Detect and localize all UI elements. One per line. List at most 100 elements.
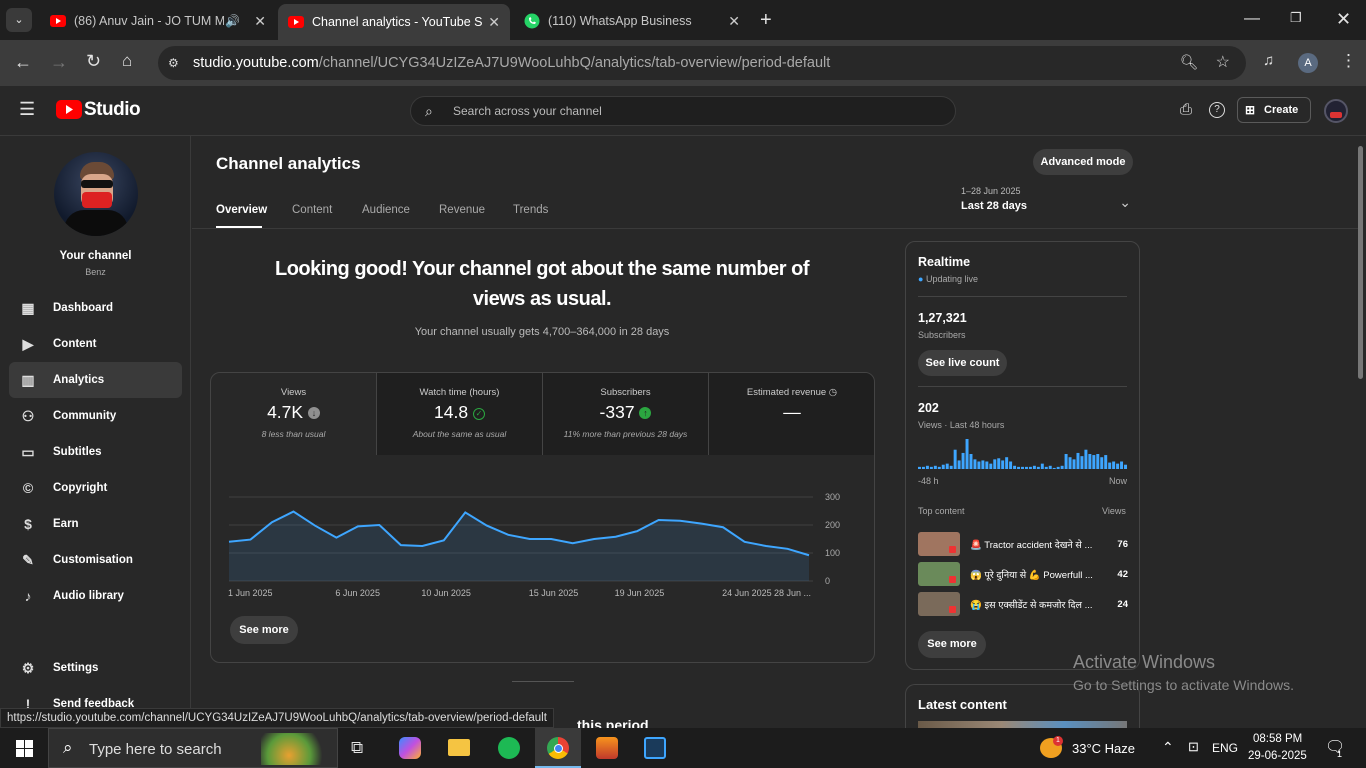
realtime-bar[interactable]: [1028, 466, 1032, 469]
see-more-button[interactable]: See more: [230, 616, 298, 644]
bookmark-star-icon[interactable]: ☆: [1216, 46, 1230, 80]
tab-trends[interactable]: Trends: [513, 204, 548, 216]
site-info-icon[interactable]: ⚙: [168, 46, 179, 80]
network-icon[interactable]: ⊡: [1188, 739, 1199, 755]
realtime-bar[interactable]: [1064, 454, 1068, 469]
metric-subscribers[interactable]: Subscribers -337 ↑ 11% more than previou…: [543, 373, 709, 455]
reload-icon[interactable]: ↻: [86, 51, 101, 72]
realtime-bar[interactable]: [1036, 466, 1040, 469]
top-content-item[interactable]: 🚨 Tractor accident देखने से ... 76: [918, 532, 1128, 556]
tab-whatsapp[interactable]: (110) WhatsApp Business ✕: [514, 6, 750, 36]
forward-icon[interactable]: →: [50, 52, 68, 73]
realtime-bar[interactable]: [981, 460, 985, 469]
close-window-icon[interactable]: ✕: [1336, 9, 1351, 30]
address-bar[interactable]: ⚙ studio.youtube.com/channel/UCYG34UzIZe…: [158, 46, 1246, 80]
tab-revenue[interactable]: Revenue: [439, 204, 485, 216]
see-live-count-button[interactable]: See live count: [918, 350, 1007, 376]
realtime-bar[interactable]: [1120, 461, 1124, 470]
views-chart[interactable]: 300 200 100 0 1 Jun 2025 6 Jun 2025 10 Jun 202…: [211, 455, 875, 605]
copilot-icon[interactable]: [399, 737, 421, 759]
tray-chevron-icon[interactable]: ⌃: [1162, 739, 1174, 756]
help-icon[interactable]: ?: [1209, 102, 1225, 118]
sidebar-item-settings[interactable]: ⚙ Settings: [9, 650, 182, 686]
realtime-bar[interactable]: [989, 463, 993, 469]
realtime-bar[interactable]: [941, 464, 945, 469]
tab-studio[interactable]: Channel analytics - YouTube Studio ✕: [278, 4, 510, 40]
realtime-bar[interactable]: [1108, 462, 1112, 469]
realtime-bar[interactable]: [1104, 455, 1108, 469]
tab-close-icon[interactable]: ✕: [728, 13, 740, 30]
realtime-bar[interactable]: [929, 466, 933, 469]
hamburger-menu-icon[interactable]: ☰: [19, 99, 35, 120]
tab-music[interactable]: (86) Anuv Jain - JO TUM ME 🔊 ✕: [40, 6, 276, 36]
minimize-icon[interactable]: —: [1244, 10, 1260, 28]
sidebar-item-earn[interactable]: $ Earn: [9, 506, 182, 542]
chrome-icon[interactable]: [547, 737, 569, 759]
advanced-mode-button[interactable]: Advanced mode: [1033, 149, 1133, 175]
subtitles-upload-icon[interactable]: ⎙: [1180, 101, 1192, 118]
channel-search-input[interactable]: ⌕ Search across your channel: [410, 96, 956, 126]
notifications-icon[interactable]: 🗨︎: [1325, 737, 1345, 757]
realtime-bar[interactable]: [1080, 456, 1084, 469]
realtime-bar[interactable]: [1005, 457, 1009, 469]
back-icon[interactable]: ←: [14, 52, 32, 73]
spotify-icon[interactable]: [498, 737, 520, 759]
app-icon[interactable]: [644, 737, 666, 759]
top-content-item[interactable]: 😱 पूरे दुनिया से 💪 Powerfull ... 42: [918, 562, 1128, 586]
speaker-icon[interactable]: 🔊: [225, 14, 240, 28]
tab-close-icon[interactable]: ✕: [254, 13, 266, 30]
realtime-bar[interactable]: [945, 463, 949, 469]
studio-logo-text[interactable]: Studio: [84, 99, 141, 121]
realtime-bar[interactable]: [1009, 461, 1013, 470]
task-view-icon[interactable]: ⧉: [351, 738, 363, 758]
tab-audience[interactable]: Audience: [362, 204, 410, 216]
realtime-views-bars[interactable]: [918, 438, 1128, 470]
windows-start-icon[interactable]: [16, 740, 33, 757]
realtime-bar[interactable]: [1060, 465, 1064, 469]
date-range-picker[interactable]: 1–28 Jun 2025 Last 28 days ⌄: [961, 186, 1131, 220]
sidebar-item-content[interactable]: ▶ Content: [9, 326, 182, 362]
realtime-bar[interactable]: [933, 465, 937, 469]
realtime-bar[interactable]: [1092, 455, 1096, 469]
realtime-bar[interactable]: [1088, 454, 1092, 469]
sidebar-item-copyright[interactable]: © Copyright: [9, 470, 182, 506]
tab-close-icon[interactable]: ✕: [488, 14, 500, 31]
new-tab-icon[interactable]: +: [760, 9, 772, 32]
file-explorer-icon[interactable]: [448, 739, 470, 756]
realtime-bar[interactable]: [973, 459, 977, 469]
realtime-bar[interactable]: [1013, 465, 1017, 469]
zoom-icon[interactable]: 🔍︎: [1180, 46, 1198, 80]
realtime-bar[interactable]: [961, 452, 965, 469]
realtime-bar[interactable]: [1084, 449, 1088, 469]
realtime-bar[interactable]: [1124, 464, 1128, 469]
realtime-bar[interactable]: [1052, 467, 1056, 469]
realtime-bar[interactable]: [1021, 466, 1024, 469]
realtime-bar[interactable]: [1072, 459, 1076, 469]
media-control-icon[interactable]: ♫: [1263, 52, 1274, 69]
metric-views[interactable]: Views 4.7K ↓ 8 less than usual: [211, 373, 377, 455]
home-icon[interactable]: ⌂: [122, 51, 132, 71]
realtime-bar[interactable]: [1112, 461, 1116, 470]
realtime-bar[interactable]: [1044, 466, 1048, 469]
realtime-bar[interactable]: [965, 439, 969, 469]
realtime-bar[interactable]: [1056, 466, 1060, 469]
realtime-bar[interactable]: [953, 449, 957, 469]
realtime-bar[interactable]: [949, 465, 953, 469]
top-content-item[interactable]: 😭 इस एक्सीडेंट से कमजोर दिल ... 24: [918, 592, 1128, 616]
metric-watch-time[interactable]: Watch time (hours) 14.8 ✓ About the same…: [377, 373, 543, 455]
sidebar-item-analytics[interactable]: ▥ Analytics: [9, 362, 182, 398]
realtime-bar[interactable]: [937, 466, 941, 469]
realtime-bar[interactable]: [985, 461, 989, 470]
create-button[interactable]: ⊞ Create: [1237, 97, 1311, 123]
restore-icon[interactable]: ❐: [1290, 10, 1302, 26]
realtime-bar[interactable]: [997, 458, 1001, 469]
page-scrollbar[interactable]: [1358, 146, 1363, 379]
realtime-bar[interactable]: [993, 459, 997, 469]
profile-avatar[interactable]: A: [1298, 53, 1318, 73]
realtime-bar[interactable]: [918, 466, 921, 469]
sidebar-item-community[interactable]: ⚇ Community: [9, 398, 182, 434]
realtime-bar[interactable]: [957, 460, 961, 469]
menu-dots-icon[interactable]: ⋮: [1340, 51, 1357, 71]
account-avatar[interactable]: [1324, 99, 1348, 123]
channel-avatar[interactable]: [54, 152, 138, 236]
